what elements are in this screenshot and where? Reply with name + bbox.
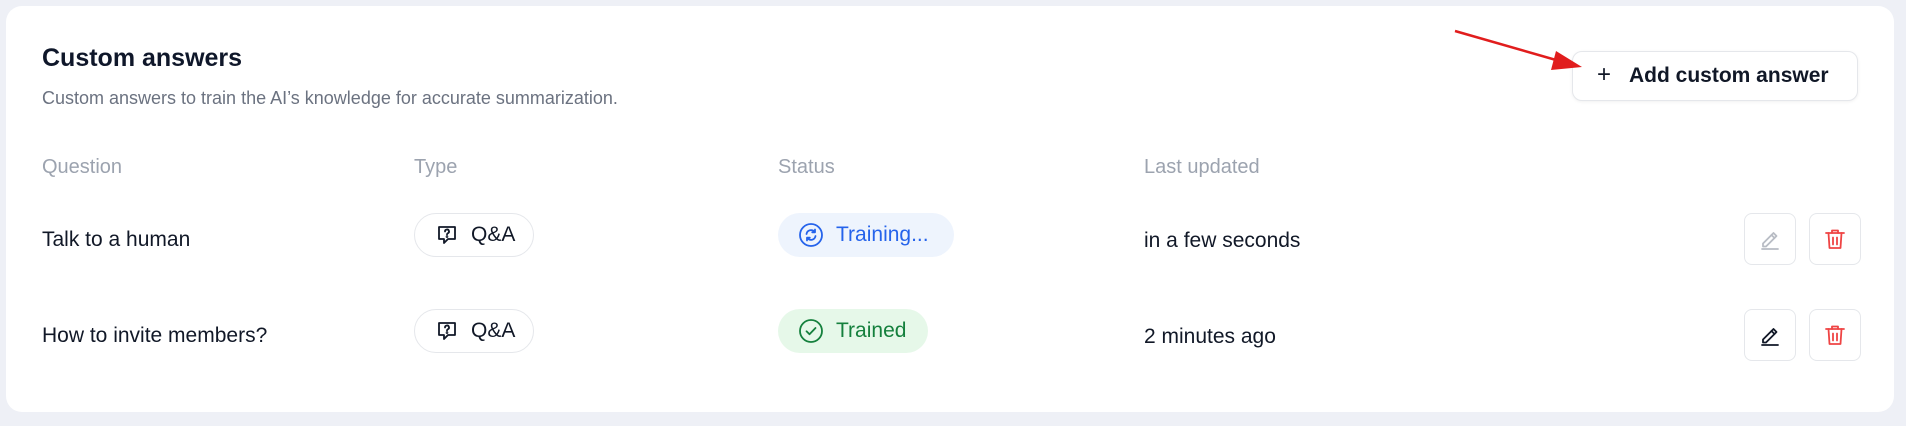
page-subtitle: Custom answers to train the AI’s knowled… bbox=[42, 88, 618, 108]
status-badge: Trained bbox=[778, 309, 928, 353]
column-header-status: Status bbox=[778, 156, 835, 178]
question-bubble-icon bbox=[435, 223, 459, 247]
page-title: Custom answers bbox=[42, 44, 243, 72]
refresh-icon bbox=[798, 222, 824, 248]
edit-button[interactable] bbox=[1744, 213, 1796, 265]
add-custom-answer-label: Add custom answer bbox=[1629, 64, 1829, 87]
question-cell: How to invite members? bbox=[42, 324, 268, 347]
question-cell: Talk to a human bbox=[42, 228, 191, 251]
type-label: Q&A bbox=[471, 319, 516, 342]
column-header-type: Type bbox=[414, 156, 458, 178]
trash-icon bbox=[1822, 226, 1848, 252]
type-badge: Q&A bbox=[414, 213, 534, 257]
type-label: Q&A bbox=[471, 223, 516, 246]
custom-answers-card: Custom answers Custom answers to train t… bbox=[6, 6, 1894, 412]
column-header-last-updated: Last updated bbox=[1144, 156, 1260, 178]
last-updated-cell: 2 minutes ago bbox=[1144, 325, 1276, 348]
column-header-question: Question bbox=[42, 156, 123, 178]
add-custom-answer-button[interactable]: + Add custom answer bbox=[1572, 51, 1858, 101]
pencil-icon bbox=[1757, 226, 1783, 252]
type-badge: Q&A bbox=[414, 309, 534, 353]
pencil-icon bbox=[1757, 322, 1783, 348]
status-label: Trained bbox=[836, 319, 907, 342]
last-updated-cell: in a few seconds bbox=[1144, 229, 1301, 252]
check-circle-icon bbox=[798, 318, 824, 344]
plus-icon: + bbox=[1597, 61, 1612, 88]
delete-button[interactable] bbox=[1809, 309, 1861, 361]
question-bubble-icon bbox=[435, 319, 459, 343]
status-badge: Training... bbox=[778, 213, 954, 257]
edit-button[interactable] bbox=[1744, 309, 1796, 361]
status-label: Training... bbox=[836, 223, 929, 246]
delete-button[interactable] bbox=[1809, 213, 1861, 265]
trash-icon bbox=[1822, 322, 1848, 348]
